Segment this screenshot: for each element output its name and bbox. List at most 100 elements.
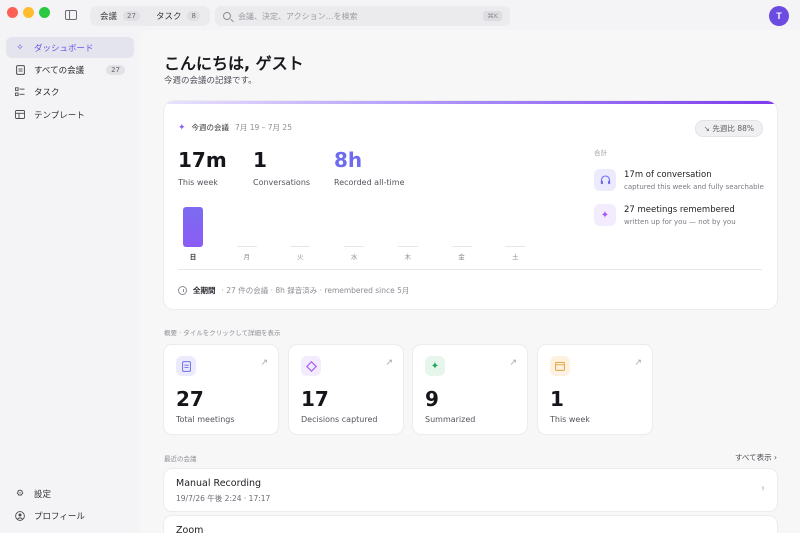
sidebar-toggle-icon[interactable] [65,10,77,20]
tile-total-meetings[interactable]: ↗ 27 Total meetings [164,345,278,434]
recent-meeting-row[interactable]: Manual Recording 19/7/26 午後 2:24 · 17:17… [164,469,777,511]
sidebar-item-templates[interactable]: テンプレート [6,104,134,125]
zoom-window-button[interactable] [39,7,50,18]
stat-label: Conversations [253,178,311,187]
search-placeholder: 会議、決定、アクション…を検索 [238,11,358,21]
arrow-up-right-icon: ↗ [509,358,517,368]
day-label: 土 [511,253,519,261]
tile-this-week[interactable]: ↗ 1 This week [538,345,652,434]
search-shortcut: ⌘K [483,11,502,21]
minimize-window-button[interactable] [23,7,34,18]
card-accent [164,101,777,104]
sidebar: ✧ ダッシュボード すべての会議 27 タスク テンプレート ⚙ 設定 プロフィ… [0,30,140,533]
comparison-badge: ↘ 先週比 88% [694,120,763,137]
day-label: 月 [243,253,250,261]
highlight-subtitle: written up for you — not by you [624,218,736,227]
stat-value: 17m [178,148,227,172]
main-tabs: 会議 27 タスク 8 [90,6,210,26]
weekly-summary-card: ✦ 今週の会議 7月 19 – 7月 25 ↘ 先週比 88% 17m This… [164,101,777,309]
day-bar [290,245,311,247]
all-time-label: 全期間 [193,286,216,295]
template-icon [15,110,25,120]
day-column: 日 [178,201,208,261]
tile-summarized[interactable]: ✦ ↗ 9 Summarized [413,345,527,434]
card-header: ✦ 今週の会議 7月 19 – 7月 25 [178,122,292,133]
card-title: 今週の会議 [191,123,230,132]
divider [178,269,762,270]
stat-label: Recorded all-time [334,178,405,187]
title-bar: 会議 27 タスク 8 会議、決定、アクション…を検索 ⌘K T [0,0,800,30]
tile-decisions[interactable]: ↗ 17 Decisions captured [289,345,403,434]
day-bar [236,245,257,247]
sidebar-item-profile[interactable]: プロフィール [6,505,134,526]
sidebar-item-label: テンプレート [34,110,85,121]
sparkle-icon: ✦ [594,204,616,227]
arrow-up-right-icon: ↗ [634,358,642,368]
tile-value: 17 [301,387,329,411]
stat-recorded: 8h Recorded all-time [334,148,405,187]
day-bar [397,245,418,247]
sidebar-item-settings[interactable]: ⚙ 設定 [6,483,134,504]
sidebar-item-label: すべての会議 [34,65,85,76]
day-bar [451,245,472,247]
day-label: 水 [350,253,358,261]
search-input[interactable]: 会議、決定、アクション…を検索 ⌘K [215,6,510,26]
avatar[interactable]: T [769,6,789,26]
day-column: 金 [447,201,477,261]
tile-label: Total meetings [176,415,235,424]
main-content: こんにちは, ゲスト 今週の会議の記録です。 ✦ 今週の会議 7月 19 – 7… [140,30,800,533]
arrow-up-right-icon: ↗ [260,358,268,368]
highlights: 合計 17m of conversation captured this wee… [594,147,764,228]
tile-label: Summarized [425,415,476,424]
sparkle-icon: ✦ [425,356,445,376]
stat-label: This week [178,178,218,187]
day-label: 金 [458,253,465,261]
sidebar-item-dashboard[interactable]: ✧ ダッシュボード [6,37,134,58]
highlights-label: 合計 [594,149,607,157]
app-window: 会議 27 タスク 8 会議、決定、アクション…を検索 ⌘K T ✧ ダッシュボ… [0,0,800,533]
tab-label: 会議 [100,12,118,22]
search-icon [223,12,231,20]
day-column: 火 [285,201,315,261]
tab-tasks[interactable]: タスク 8 [150,8,206,24]
see-all-link[interactable]: すべて表示 › [735,452,777,463]
tab-count: 8 [187,11,200,21]
highlight-title: 27 meetings remembered [624,205,735,216]
day-column: 土 [500,201,530,261]
day-column: 木 [393,201,423,261]
page-subtitle: 今週の会議の記録です。 [164,76,257,86]
sidebar-item-label: 設定 [34,489,52,500]
arrow-up-right-icon: ↗ [385,358,393,368]
day-column: 水 [339,201,369,261]
daily-bar-chart: 日月火水木金土 [178,201,548,261]
document-icon [176,356,196,376]
day-bar [183,207,203,247]
recent-meeting-row[interactable]: Zoom [164,516,777,533]
tab-label: タスク [155,12,182,22]
person-icon [15,510,25,521]
tile-label: Decisions captured [301,415,378,424]
day-bar [344,245,365,247]
document-icon [15,64,25,75]
headphones-icon [594,169,616,191]
highlight-title: 17m of conversation [624,170,712,180]
checklist-icon [15,86,25,97]
sidebar-item-label: プロフィール [34,511,85,522]
meeting-title: Manual Recording [176,478,262,489]
page-title: こんにちは, ゲスト [164,54,304,73]
date-range: 7月 19 – 7月 25 [235,123,292,132]
day-label: 火 [297,253,304,261]
day-column: 月 [232,201,262,261]
all-time-detail: · 27 件の会議 · 8h 録音済み · remembered since 5… [221,286,410,295]
calendar-icon [550,356,570,376]
tab-meetings[interactable]: 会議 27 [94,8,146,24]
sparkle-icon: ✧ [16,42,24,53]
sidebar-item-all-meetings[interactable]: すべての会議 27 [6,59,134,80]
tab-count: 27 [123,11,140,21]
day-bar [505,245,526,247]
sidebar-item-label: ダッシュボード [34,43,94,54]
clock-icon [178,286,187,295]
sidebar-item-tasks[interactable]: タスク [6,81,134,102]
stat-this-week: 17m This week [178,148,227,187]
close-window-button[interactable] [7,7,18,18]
